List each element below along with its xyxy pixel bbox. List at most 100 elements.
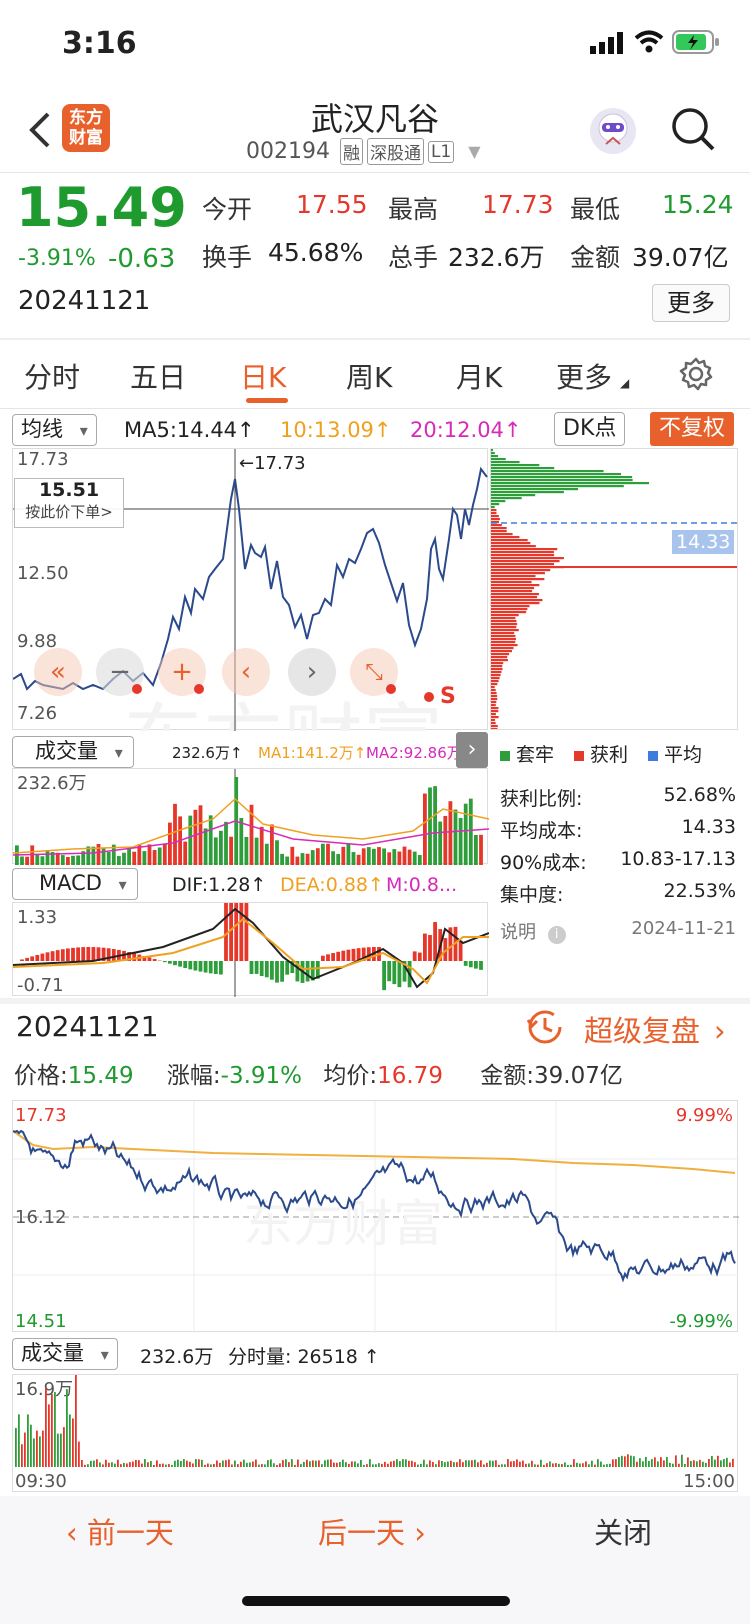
chip-bar: [491, 551, 554, 554]
intraday-volume-bar: [336, 1462, 338, 1467]
chip-bar: [491, 485, 624, 488]
intraday-volume-bar: [447, 1461, 449, 1467]
legend-trapped: 套牢: [500, 740, 554, 767]
intraday-volume-bar: [258, 1464, 260, 1467]
intraday-volume-bar: [204, 1464, 206, 1467]
intraday-y-mid: 16.12: [15, 1207, 67, 1228]
scroll-right-button[interactable]: ›: [288, 648, 336, 696]
intraday-volume-bar: [549, 1461, 551, 1467]
chip-bar: [491, 500, 506, 503]
ma-selector[interactable]: 均线: [12, 414, 97, 446]
prev-day-button[interactable]: ‹ 前一天: [66, 1510, 174, 1552]
chip-bar: [491, 593, 539, 596]
intraday-volume-bar: [621, 1455, 623, 1467]
volume-bar: [453, 809, 458, 865]
tab-intraday[interactable]: 分时: [24, 356, 80, 396]
dk-point-label: DK点: [563, 416, 617, 441]
intraday-volume-bar: [507, 1459, 509, 1467]
zoom-in-button[interactable]: +: [158, 648, 206, 696]
super-replay-link[interactable]: 超级复盘 ›: [584, 1008, 726, 1050]
collapse-panel-button[interactable]: ›: [456, 732, 488, 768]
intraday-volume-chart[interactable]: 16.9万 09:30 15:00: [12, 1371, 738, 1492]
intraday-volume-bar: [354, 1461, 356, 1467]
tab-weekly-k[interactable]: 周K: [346, 356, 392, 396]
no-adjust-button[interactable]: 不复权: [650, 412, 734, 446]
chip-bar: [491, 509, 497, 512]
intraday-chart[interactable]: 东方财富 17.73 16.12 14.51 9.99% -9.99%: [12, 1100, 739, 1333]
chevron-down-icon: ▼: [468, 142, 481, 161]
intraday-volume-bar: [96, 1459, 98, 1467]
wifi-icon: [634, 30, 664, 54]
chip-bar: [491, 455, 499, 458]
chip-bar: [491, 476, 633, 479]
chip-distribution-chart: [490, 448, 738, 730]
chip-bar: [491, 671, 502, 674]
tab-more[interactable]: 更多: [556, 356, 612, 396]
replay-history-icon[interactable]: [526, 1008, 564, 1046]
stock-code: 002194: [246, 139, 330, 164]
intraday-volume-bar: [357, 1463, 359, 1467]
next-day-button[interactable]: 后一天 ›: [318, 1510, 426, 1552]
tag-level: L1: [427, 140, 455, 163]
expand-icon[interactable]: ⤡: [350, 648, 398, 696]
chip-note-row[interactable]: 说明 i 2024-11-21: [500, 918, 736, 944]
intraday-volume-bar: [324, 1460, 326, 1467]
robot-assistant-icon[interactable]: [590, 108, 636, 154]
scroll-left-button[interactable]: ‹: [222, 648, 270, 696]
chip-bar: [491, 497, 522, 500]
chip-bar: [491, 539, 528, 542]
high-value: 17.73: [482, 190, 554, 219]
dk-point-button[interactable]: DK点: [554, 412, 626, 446]
chip-bar: [491, 623, 518, 626]
intraday-volume-bar: [714, 1459, 716, 1467]
change-value: -0.63: [108, 244, 176, 274]
tab-five-day[interactable]: 五日: [130, 356, 186, 396]
intraday-volume-bar: [513, 1461, 515, 1467]
close-button[interactable]: 关闭: [594, 1510, 652, 1552]
stock-code-row[interactable]: 002194 融 深股通 L1 ▼: [246, 138, 481, 165]
intraday-pct-top: 9.99%: [676, 1105, 733, 1126]
intraday-volume-bar: [483, 1464, 485, 1467]
macd-m: M:0.8...: [386, 874, 458, 896]
volume-chart[interactable]: 232.6万: [12, 768, 490, 865]
chip-bar: [491, 491, 564, 494]
legend-profit: 获利: [574, 740, 628, 767]
intraday-volume-bar: [477, 1462, 479, 1467]
intraday-volume-bar: [519, 1461, 521, 1467]
cursor-order-link[interactable]: 按此价下单>: [15, 501, 123, 522]
zoom-out-button[interactable]: −: [96, 648, 144, 696]
volume-bar: [443, 815, 448, 865]
scroll-left-fast-button[interactable]: «: [34, 648, 82, 696]
ma-selector-label: 均线: [21, 417, 63, 441]
gear-icon[interactable]: [678, 356, 714, 392]
volume-selector[interactable]: 成交量: [12, 736, 134, 768]
intraday-volume-bar: [48, 1404, 50, 1467]
more-quote-button[interactable]: 更多: [652, 284, 730, 322]
intraday-volume-bar: [231, 1464, 233, 1467]
macd-bar: [264, 961, 269, 978]
macd-bar: [203, 961, 208, 973]
intraday-volume-bar: [660, 1457, 662, 1467]
intraday-volume-selector[interactable]: 成交量: [12, 1338, 118, 1370]
macd-bar: [387, 961, 392, 982]
intraday-volume-bar: [408, 1460, 410, 1467]
volume-bar: [402, 846, 407, 865]
tab-daily-k[interactable]: 日K: [240, 356, 286, 396]
macd-chart[interactable]: 1.33 -0.71: [12, 886, 490, 997]
chip-bar: [491, 698, 498, 701]
low-value: 15.24: [662, 190, 734, 219]
chip-bar: [491, 722, 496, 725]
macd-selector[interactable]: MACD: [12, 868, 138, 900]
intraday-volume-bar: [510, 1461, 512, 1467]
intraday-volume-bar: [267, 1460, 269, 1467]
cursor-price-box[interactable]: 15.51 按此价下单>: [14, 478, 124, 528]
intraday-volume-bar: [630, 1455, 632, 1467]
intraday-volume-bar: [516, 1459, 518, 1467]
search-icon[interactable]: [670, 106, 716, 152]
tag-sgt: 深股通: [366, 138, 424, 165]
macd-bar: [244, 902, 249, 961]
tab-monthly-k[interactable]: 月K: [456, 356, 502, 396]
intraday-volume-bar: [480, 1460, 482, 1467]
intraday-volume-bar: [702, 1461, 704, 1467]
intraday-volume-bar: [417, 1464, 419, 1467]
